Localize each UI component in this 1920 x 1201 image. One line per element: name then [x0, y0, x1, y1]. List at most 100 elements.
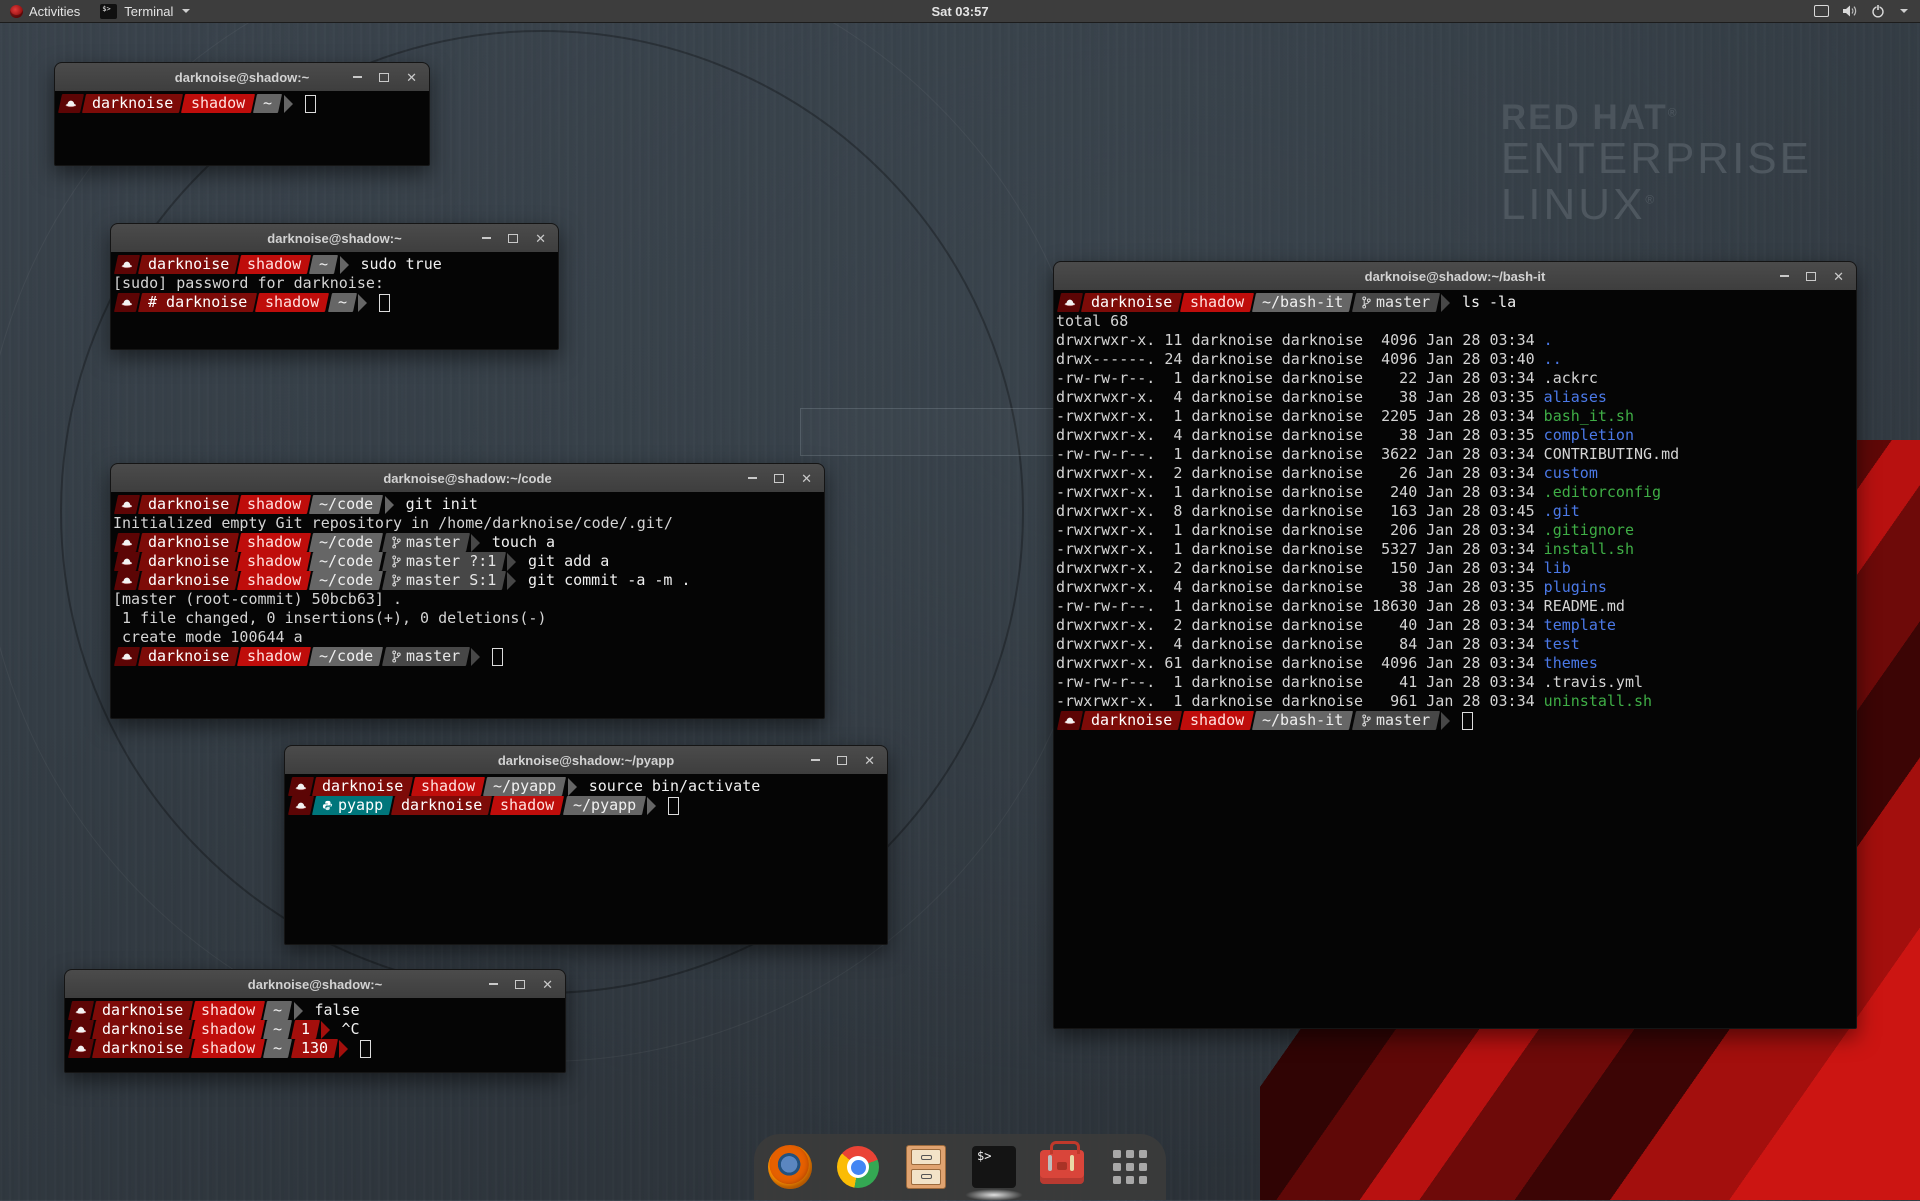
window-titlebar[interactable]: darknoise@shadow:~/pyapp ✕ [285, 746, 887, 775]
app-menu-terminal[interactable]: $> Terminal [90, 0, 200, 22]
file-name: .gitignore [1544, 521, 1634, 539]
minimize-button[interactable] [482, 237, 491, 239]
terminal-content[interactable]: darknoiseshadow~/codegit initInitialized… [111, 492, 824, 718]
prompt-segment-host: shadow [237, 495, 311, 514]
close-button[interactable]: ✕ [542, 978, 553, 991]
shell-prompt-line: darknoiseshadow~/codemaster ?:1git add a [113, 552, 822, 571]
minimize-button[interactable] [748, 477, 757, 479]
terminal-content[interactable]: darknoiseshadow~ [55, 91, 429, 165]
prompt-arrow-cap [294, 1002, 303, 1020]
file-list-row: drwxrwxr-x. 61 darknoise darknoise 4096 … [1056, 654, 1854, 673]
prompt-segment-path: ~/code [309, 552, 383, 571]
prompt-segment-hat [114, 533, 140, 552]
prompt-arrow-cap [1441, 294, 1450, 312]
file-name: uninstall.sh [1544, 692, 1652, 710]
prompt-segment-host: shadow [1180, 293, 1254, 312]
dock-item-files[interactable] [903, 1144, 949, 1190]
file-list-row: drwxrwxr-x. 4 darknoise darknoise 38 Jan… [1056, 388, 1854, 407]
system-status-area[interactable] [1808, 0, 1914, 22]
file-name: custom [1544, 464, 1598, 482]
prompt-segment-host: shadow [255, 293, 329, 312]
redhat-fedora-icon [1064, 298, 1076, 308]
close-button[interactable]: ✕ [864, 754, 875, 767]
prompt-segment-path: ~ [309, 255, 338, 274]
dock-item-terminal[interactable]: $> [971, 1144, 1017, 1190]
window-titlebar[interactable]: darknoise@shadow:~/bash-it ✕ [1054, 262, 1856, 291]
window-titlebar[interactable]: darknoise@shadow:~ ✕ [111, 224, 558, 253]
terminal-window-sudo: darknoise@shadow:~ ✕ darknoiseshadow~sud… [110, 223, 559, 350]
file-name: lib [1544, 559, 1571, 577]
prompt-segment-venv: pyapp [312, 796, 393, 815]
window-titlebar[interactable]: darknoise@shadow:~/code ✕ [111, 464, 824, 493]
maximize-button[interactable] [1806, 272, 1816, 281]
terminal-content[interactable]: darknoiseshadow~/pyappsource bin/activat… [285, 774, 887, 944]
window-titlebar[interactable]: darknoise@shadow:~ ✕ [65, 970, 565, 999]
file-name: .travis.yml [1544, 673, 1643, 691]
dock-item-toolbox[interactable] [1039, 1144, 1085, 1190]
maximize-button[interactable] [508, 234, 518, 243]
prompt-segment-host: shadow [191, 1039, 265, 1058]
redhat-fedora-icon [121, 260, 133, 270]
terminal-content[interactable]: darknoiseshadow~falsedarknoiseshadow~1^C… [65, 998, 565, 1072]
minimize-button[interactable] [353, 76, 362, 78]
dock-item-firefox[interactable] [767, 1144, 813, 1190]
activities-label: Activities [29, 4, 80, 19]
window-title: darknoise@shadow:~ [175, 70, 309, 85]
prompt-segment-user: darknoise [92, 1039, 193, 1058]
prompt-segment-path: ~/pyapp [563, 796, 646, 815]
dock-item-chrome[interactable] [835, 1144, 881, 1190]
file-name: README.md [1544, 597, 1625, 615]
file-list-row: -rw-rw-r--. 1 darknoise darknoise 3622 J… [1056, 445, 1854, 464]
minimize-button[interactable] [489, 983, 498, 985]
prompt-segment-git: master S:1 [382, 571, 506, 590]
prompt-segment-user: darknoise [82, 94, 183, 113]
maximize-button[interactable] [515, 980, 525, 989]
maximize-button[interactable] [774, 474, 784, 483]
close-button[interactable]: ✕ [535, 232, 546, 245]
file-meta: drwx------. 24 darknoise darknoise 4096 … [1056, 350, 1544, 368]
git-branch-icon [392, 536, 401, 549]
prompt-segment-hat [68, 1039, 94, 1058]
prompt-segment-user: darknoise [138, 571, 239, 590]
terminal-content[interactable]: darknoiseshadow~/bash-itmasterls -latota… [1054, 290, 1856, 1028]
shell-prompt-line: darknoiseshadow~/codegit init [113, 495, 822, 514]
maximize-button[interactable] [379, 73, 389, 82]
window-title: darknoise@shadow:~/pyapp [498, 753, 674, 768]
maximize-button[interactable] [837, 756, 847, 765]
dock-item-app-grid[interactable] [1107, 1144, 1153, 1190]
terminal-content[interactable]: darknoiseshadow~sudo true[sudo] password… [111, 252, 558, 349]
file-list-row: -rwxrwxr-x. 1 darknoise darknoise 5327 J… [1056, 540, 1854, 559]
window-titlebar[interactable]: darknoise@shadow:~ ✕ [55, 63, 429, 92]
minimize-button[interactable] [811, 759, 820, 761]
file-meta: drwxrwxr-x. 4 darknoise darknoise 38 Jan… [1056, 426, 1544, 444]
prompt-segment-hat [114, 495, 140, 514]
terminal-window-pyapp: darknoise@shadow:~/pyapp ✕ darknoiseshad… [284, 745, 888, 945]
prompt-arrow-cap [507, 572, 516, 590]
prompt-arrow-cap [471, 648, 480, 666]
file-meta: drwxrwxr-x. 2 darknoise darknoise 150 Ja… [1056, 559, 1544, 577]
prompt-arrow-cap [321, 1021, 330, 1039]
shell-prompt-line: darknoiseshadow~/bash-itmasterls -la [1056, 293, 1854, 312]
chrome-icon [837, 1146, 879, 1188]
minimize-button[interactable] [1780, 275, 1789, 277]
file-meta: -rwxrwxr-x. 1 darknoise darknoise 240 Ja… [1056, 483, 1544, 501]
file-list-row: -rw-rw-r--. 1 darknoise darknoise 22 Jan… [1056, 369, 1854, 388]
window-title: darknoise@shadow:~/bash-it [1365, 269, 1546, 284]
prompt-segment-exit: 130 [290, 1039, 337, 1058]
window-title: darknoise@shadow:~ [267, 231, 401, 246]
git-branch-icon [1362, 296, 1371, 309]
python-icon [322, 800, 333, 811]
git-branch-icon [392, 650, 401, 663]
firefox-icon [768, 1145, 812, 1189]
prompt-segment-git: master [382, 533, 470, 552]
typed-command: source bin/activate [589, 777, 761, 796]
close-button[interactable]: ✕ [406, 71, 417, 84]
close-button[interactable]: ✕ [1833, 270, 1844, 283]
activities-button[interactable]: Activities [0, 0, 90, 22]
prompt-segment-host: shadow [237, 255, 311, 274]
prompt-arrow-cap [1441, 712, 1450, 730]
logo-line-enterprise: ENTERPRISE [1501, 136, 1812, 182]
close-button[interactable]: ✕ [801, 472, 812, 485]
clock[interactable]: Sat 03:57 [0, 0, 1920, 22]
prompt-segment-host: shadow [191, 1001, 265, 1020]
